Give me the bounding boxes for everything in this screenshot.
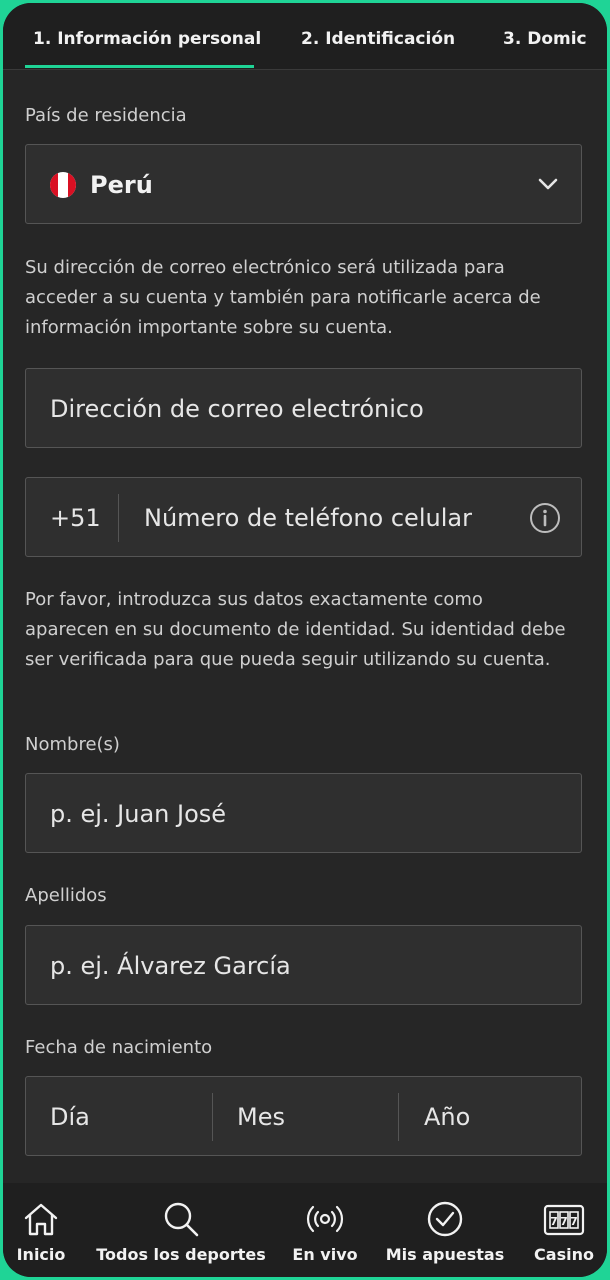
slot-machine-icon: 7 7 7: [543, 1204, 585, 1236]
svg-text:7: 7: [560, 1215, 568, 1228]
phone-divider: [118, 494, 119, 542]
last-name-field[interactable]: p. ej. Álvarez García: [25, 925, 582, 1005]
peru-flag-icon: [50, 172, 76, 198]
birth-month-input[interactable]: Mes: [237, 1077, 285, 1157]
nav-item-my-bets[interactable]: Mis apuestas: [377, 1183, 513, 1277]
birth-day-input[interactable]: Día: [50, 1077, 90, 1157]
phone-field[interactable]: +51 Número de teléfono celular: [25, 477, 582, 557]
nav-item-live[interactable]: En vivo: [285, 1183, 365, 1277]
last-name-label: Apellidos: [25, 885, 107, 906]
nav-item-all-sports[interactable]: Todos los deportes: [89, 1183, 273, 1277]
email-field[interactable]: Dirección de correo electrónico: [25, 368, 582, 448]
email-placeholder: Dirección de correo electrónico: [50, 395, 424, 423]
country-value: Perú: [90, 171, 153, 199]
tab-address[interactable]: 3. Domic: [503, 29, 587, 49]
live-broadcast-icon: [306, 1205, 344, 1233]
svg-text:7: 7: [570, 1215, 578, 1228]
first-name-field[interactable]: p. ej. Juan José: [25, 773, 582, 853]
bottom-nav: Inicio Todos los deportes En vivo Mis ap…: [3, 1183, 607, 1277]
nav-item-home[interactable]: Inicio: [3, 1183, 79, 1277]
nav-label-all-sports: Todos los deportes: [96, 1245, 266, 1264]
date-divider: [398, 1093, 399, 1141]
country-select[interactable]: Perú: [25, 144, 582, 224]
phone-prefix[interactable]: +51: [50, 478, 101, 558]
svg-text:7: 7: [550, 1215, 558, 1228]
identity-note: Por favor, introduzca sus datos exactame…: [25, 589, 566, 670]
date-divider: [212, 1093, 213, 1141]
search-icon: [164, 1202, 199, 1237]
nav-label-home: Inicio: [16, 1245, 66, 1264]
first-name-label: Nombre(s): [25, 734, 120, 755]
birth-year-input[interactable]: Año: [424, 1077, 470, 1157]
nav-item-casino[interactable]: 7 7 7 Casino: [527, 1183, 601, 1277]
step-tabs: 1. Información personal 2. Identificació…: [3, 3, 607, 70]
country-label: País de residencia: [25, 105, 187, 126]
last-name-placeholder: p. ej. Álvarez García: [50, 952, 291, 980]
nav-label-live: En vivo: [292, 1245, 358, 1264]
check-circle-icon: [427, 1201, 463, 1237]
app-frame: 1. Información personal 2. Identificació…: [3, 3, 607, 1277]
chevron-down-icon: [538, 178, 558, 190]
phone-placeholder: Número de teléfono celular: [144, 504, 472, 532]
tab-personal-info[interactable]: 1. Información personal: [33, 29, 261, 49]
email-note: Su dirección de correo electrónico será …: [25, 257, 541, 338]
birth-date-field: Día Mes Año: [25, 1076, 582, 1156]
info-icon[interactable]: [529, 502, 561, 534]
first-name-placeholder: p. ej. Juan José: [50, 800, 227, 828]
nav-label-my-bets: Mis apuestas: [385, 1245, 505, 1264]
nav-label-casino: Casino: [534, 1245, 594, 1264]
birth-date-label: Fecha de nacimiento: [25, 1037, 213, 1058]
tab-identification[interactable]: 2. Identificación: [301, 29, 455, 49]
home-icon: [24, 1203, 58, 1236]
active-tab-indicator: [25, 65, 254, 68]
